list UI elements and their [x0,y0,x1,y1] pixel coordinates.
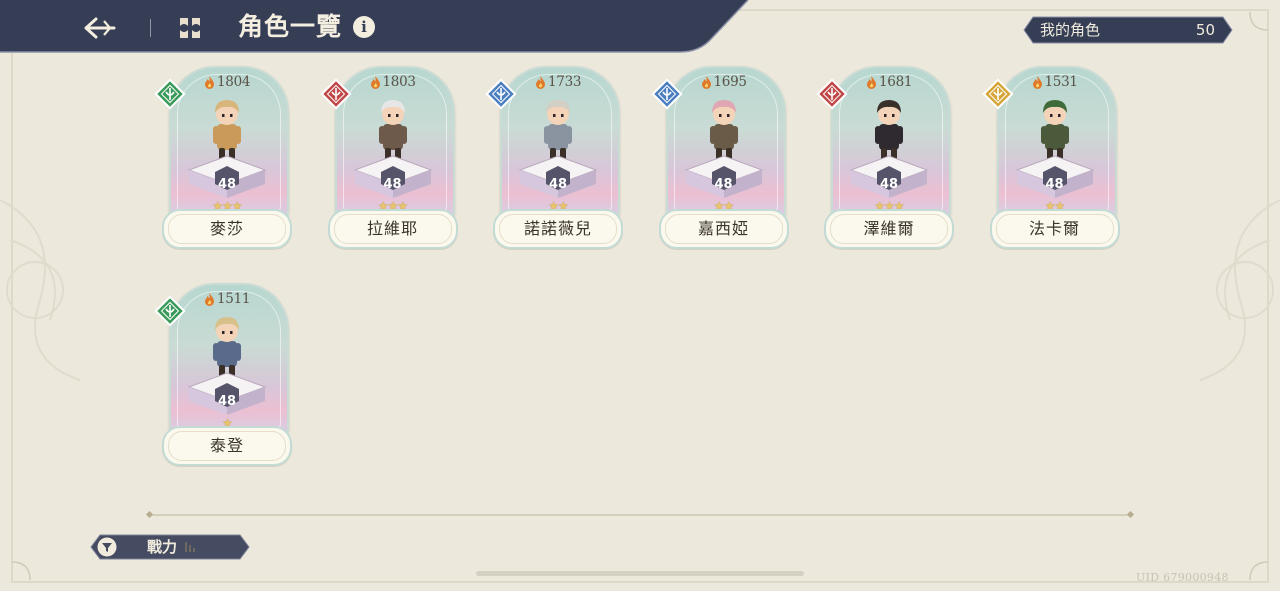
element-water-icon [485,78,517,110]
page-title: 角色一覽 [238,12,343,41]
character-name: 法卡爾 [1028,219,1080,238]
level-badge: 48 [383,177,402,192]
my-characters-counter: 我的角色 50 [1023,16,1233,44]
character-card[interactable]: 1681 48 ★★★ 澤維爾 [816,66,954,252]
character-name: 麥莎 [209,219,244,238]
sort-filter-button[interactable]: 戰力 [90,534,250,560]
info-button[interactable]: i [353,16,375,38]
back-arrow-icon [84,17,116,39]
filter-icon [97,537,117,557]
character-card[interactable]: 1531 48 ★★ 法卡爾 [981,66,1120,252]
level-badge: 48 [879,177,899,192]
element-fire-icon [319,78,352,110]
level-badge: 48 [217,394,237,409]
section-divider [146,511,1134,519]
character-card[interactable]: 1695 48 ★★ 嘉西婭 [650,66,789,252]
character-card[interactable]: 1511 48 ★ 泰登 [154,283,292,469]
level-badge: 48 [1045,177,1064,192]
name-plate: 法卡爾 [989,209,1120,249]
element-nature-icon [154,78,186,110]
character-card[interactable]: 1733 48 ★★ 諾諾薇兒 [485,66,623,252]
character-name: 泰登 [209,436,244,455]
level-badge: 48 [714,177,733,192]
name-plate: 嘉西婭 [658,209,789,249]
element-water-icon [650,78,683,110]
character-name: 嘉西婭 [697,219,749,238]
counter-label: 我的角色 [1040,21,1101,39]
name-plate: 麥莎 [162,209,292,249]
name-plate: 澤維爾 [824,209,954,249]
sort-descending-icon[interactable] [184,540,198,554]
counter-value: 50 [1195,21,1215,39]
character-category-icon [180,18,200,38]
uid-label: UID 679000948 [1136,571,1229,584]
element-fire-icon [816,78,848,110]
header-separator [150,19,151,37]
level-badge: 48 [217,177,237,192]
element-nature-icon [154,295,186,327]
filter-label: 戰力 [147,538,178,556]
header-bar: 角色一覽 i [0,0,750,56]
name-plate: 諾諾薇兒 [493,209,623,249]
back-button[interactable] [78,8,122,48]
character-name: 拉維耶 [366,219,418,238]
character-name: 諾諾薇兒 [523,219,592,238]
name-plate: 拉維耶 [327,209,458,249]
level-badge: 48 [548,177,568,192]
character-card[interactable]: 1804 48 ★★★ 麥莎 [154,66,292,252]
character-card[interactable]: 1803 48 ★★★ 拉維耶 [319,66,458,252]
character-name: 澤維爾 [863,219,915,238]
element-light-icon [981,78,1014,110]
scrollbar[interactable] [476,571,804,576]
name-plate: 泰登 [162,426,292,466]
